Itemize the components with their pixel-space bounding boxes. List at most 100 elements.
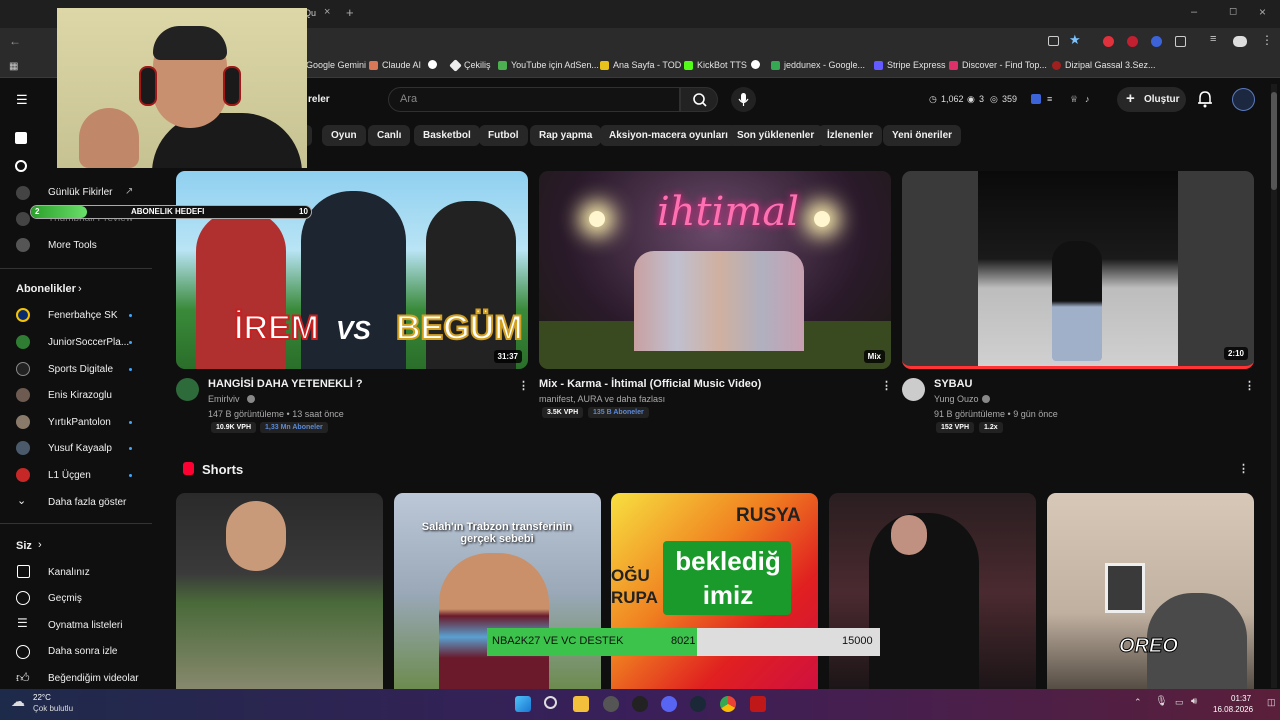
bookmark-item[interactable]: YouTube için AdSen... bbox=[498, 60, 599, 70]
bookmark-item[interactable]: Çekiliş bbox=[449, 58, 491, 72]
sub-yirtikpantolon[interactable]: YırtıkPantolon bbox=[48, 417, 111, 428]
extension-badge-icon[interactable] bbox=[1031, 94, 1041, 104]
create-button[interactable]: + Oluştur bbox=[1117, 87, 1186, 112]
show-more-button[interactable]: Daha fazla göster bbox=[48, 497, 126, 508]
channel-name[interactable]: Yung Ouzo bbox=[934, 394, 979, 404]
scrollbar-thumb[interactable] bbox=[1271, 92, 1277, 190]
maximize-icon[interactable]: ◻ bbox=[1229, 6, 1237, 17]
channel-avatar[interactable] bbox=[902, 378, 925, 401]
sub-juniorsoccer[interactable]: JuniorSoccerPla... bbox=[48, 337, 129, 348]
browser-menu-icon[interactable]: ⋮ bbox=[1261, 33, 1273, 47]
sub-enis-kirazoglu[interactable]: Enis Kirazoglu bbox=[48, 390, 112, 401]
chrome-icon[interactable] bbox=[720, 696, 736, 712]
sidebar-item-more-tools[interactable]: More Tools bbox=[48, 240, 97, 251]
search-input[interactable]: Ara bbox=[388, 87, 680, 112]
extension-icon[interactable] bbox=[1127, 36, 1138, 47]
chip-futbol[interactable]: Futbol bbox=[479, 125, 528, 146]
more-options-icon[interactable]: ⋮ bbox=[881, 380, 892, 392]
notification-center-icon[interactable]: ◫ bbox=[1267, 697, 1276, 708]
chip-izlenenler[interactable]: İzlenenler bbox=[818, 125, 883, 146]
sub-l1-ucgen[interactable]: L1 Üçgen bbox=[48, 470, 91, 481]
app-icon[interactable] bbox=[603, 696, 619, 712]
more-options-icon[interactable]: ⋮ bbox=[1244, 380, 1255, 392]
you-header[interactable]: Siz bbox=[16, 540, 32, 552]
clock-date[interactable]: 16.08.2026 bbox=[1213, 705, 1253, 714]
chip-rap[interactable]: Rap yapma bbox=[530, 125, 602, 146]
shorts-icon[interactable] bbox=[15, 160, 27, 172]
video-thumbnail[interactable]: 2:10 bbox=[902, 171, 1254, 369]
bookmark-item[interactable]: Stripe Express bbox=[874, 60, 946, 70]
short-item[interactable] bbox=[176, 493, 383, 693]
extension-icon[interactable] bbox=[1151, 36, 1162, 47]
chip-aksiyon[interactable]: Aksiyon-macera oyunları bbox=[600, 125, 737, 146]
bookmark-item[interactable]: KickBot TTS bbox=[684, 60, 747, 70]
sub-yusuf-kayaalp[interactable]: Yusuf Kayaalp bbox=[48, 443, 112, 454]
voice-search-button[interactable] bbox=[731, 87, 756, 112]
volume-icon[interactable]: 🔊︎ bbox=[1191, 696, 1197, 707]
bookmark-item[interactable] bbox=[428, 60, 437, 69]
more-options-icon[interactable]: ⋮ bbox=[518, 380, 529, 392]
bookmark-item[interactable]: Google Gemini bbox=[306, 60, 366, 70]
chip-canli[interactable]: Canlı bbox=[368, 125, 411, 146]
subscriptions-header[interactable]: Abonelikler bbox=[16, 283, 76, 295]
app-icon[interactable] bbox=[750, 696, 766, 712]
channel-avatar[interactable] bbox=[176, 378, 199, 401]
sidebar-item-kanaliniz[interactable]: Kanalınız bbox=[48, 567, 90, 578]
microphone-tray-icon[interactable]: 🎙︎ bbox=[1155, 696, 1168, 707]
bookmark-item[interactable]: jeddunex - Google... bbox=[771, 60, 865, 70]
hamburger-menu-icon[interactable]: ☰ bbox=[16, 92, 28, 108]
page-scrollbar[interactable] bbox=[1271, 84, 1277, 688]
file-explorer-icon[interactable] bbox=[573, 696, 589, 712]
short-item[interactable]: OREO bbox=[1047, 493, 1254, 693]
back-icon[interactable]: ← bbox=[9, 34, 21, 48]
reading-list-icon[interactable]: ≡ bbox=[1210, 33, 1216, 45]
video-thumbnail[interactable]: ihtimal Mix bbox=[539, 171, 891, 369]
home-icon[interactable] bbox=[15, 132, 27, 144]
sidebar-item-begendigim-videolar[interactable]: Beğendiğim videolar bbox=[48, 673, 139, 684]
video-title[interactable]: HANGİSİ DAHA YETENEKLİ ? bbox=[208, 378, 363, 390]
sidebar-item-oynatma-listeleri[interactable]: Oynatma listeleri bbox=[48, 620, 122, 631]
short-item[interactable]: Salah'ın Trabzon transferinin gerçek seb… bbox=[394, 493, 601, 693]
bookmark-item[interactable]: Dizipal Gassal 3.Sez... bbox=[1052, 60, 1156, 70]
start-windows-icon[interactable] bbox=[515, 696, 531, 712]
discord-icon[interactable] bbox=[661, 696, 677, 712]
list-icon[interactable]: ≡ bbox=[1047, 94, 1052, 104]
chip-yeni-oneriler[interactable]: Yeni öneriler bbox=[883, 125, 962, 146]
sub-sports-digitale[interactable]: Sports Digitale bbox=[48, 364, 113, 375]
bookmark-star-icon[interactable]: ★ bbox=[1069, 32, 1081, 48]
video-title[interactable]: Mix - Karma - İhtimal (Official Music Vi… bbox=[539, 378, 761, 390]
sub-fenerbahce[interactable]: Fenerbahçe SK bbox=[48, 310, 118, 321]
shorts-more-icon[interactable]: ⋮ bbox=[1238, 463, 1249, 475]
chip-basketbol[interactable]: Basketbol bbox=[414, 125, 480, 146]
chip-oyun[interactable]: Oyun bbox=[322, 125, 366, 146]
weather-desc[interactable]: Çok bulutlu bbox=[33, 704, 73, 713]
tray-chevron-icon[interactable]: ⌃ bbox=[1134, 697, 1142, 708]
clock-time[interactable]: 01:37 bbox=[1231, 694, 1251, 703]
close-window-icon[interactable]: × bbox=[1259, 5, 1266, 19]
short-item[interactable]: RUSYA OĞU RUPA beklediğ imiz bbox=[611, 493, 818, 693]
cast-icon[interactable] bbox=[1048, 36, 1059, 46]
chip-son-yuklenenler[interactable]: Son yüklenenler bbox=[728, 125, 824, 146]
network-icon[interactable]: ▭ bbox=[1175, 697, 1184, 708]
sidebar-item-gecmis[interactable]: Geçmiş bbox=[48, 593, 82, 604]
bookmark-item[interactable] bbox=[751, 60, 760, 69]
apps-grid-icon[interactable]: ▦ bbox=[9, 61, 18, 72]
extensions-puzzle-icon[interactable] bbox=[1175, 36, 1186, 47]
search-button[interactable] bbox=[680, 87, 718, 112]
bookmark-item[interactable]: Claude AI bbox=[369, 60, 421, 70]
minimize-icon[interactable]: – bbox=[1191, 6, 1197, 18]
sidebar-item-daha-sonra-izle[interactable]: Daha sonra izle bbox=[48, 646, 117, 657]
new-tab-icon[interactable]: + bbox=[346, 5, 354, 20]
notifications-bell-icon[interactable] bbox=[1197, 90, 1213, 108]
search-taskbar-icon[interactable] bbox=[544, 696, 557, 709]
channel-name[interactable]: manifest, AURA ve daha fazlası bbox=[539, 394, 665, 404]
extension-icon[interactable] bbox=[1103, 36, 1114, 47]
bell-small-icon[interactable]: ♪ bbox=[1085, 94, 1090, 104]
steam-icon[interactable] bbox=[690, 696, 706, 712]
profile-icon[interactable] bbox=[1233, 36, 1247, 47]
short-item[interactable] bbox=[829, 493, 1036, 693]
account-avatar[interactable] bbox=[1232, 88, 1255, 111]
obs-icon[interactable] bbox=[632, 696, 648, 712]
channel-name[interactable]: Emirlviv bbox=[208, 394, 240, 404]
bookmark-item[interactable]: Ana Sayfa - TOD bbox=[600, 60, 681, 70]
